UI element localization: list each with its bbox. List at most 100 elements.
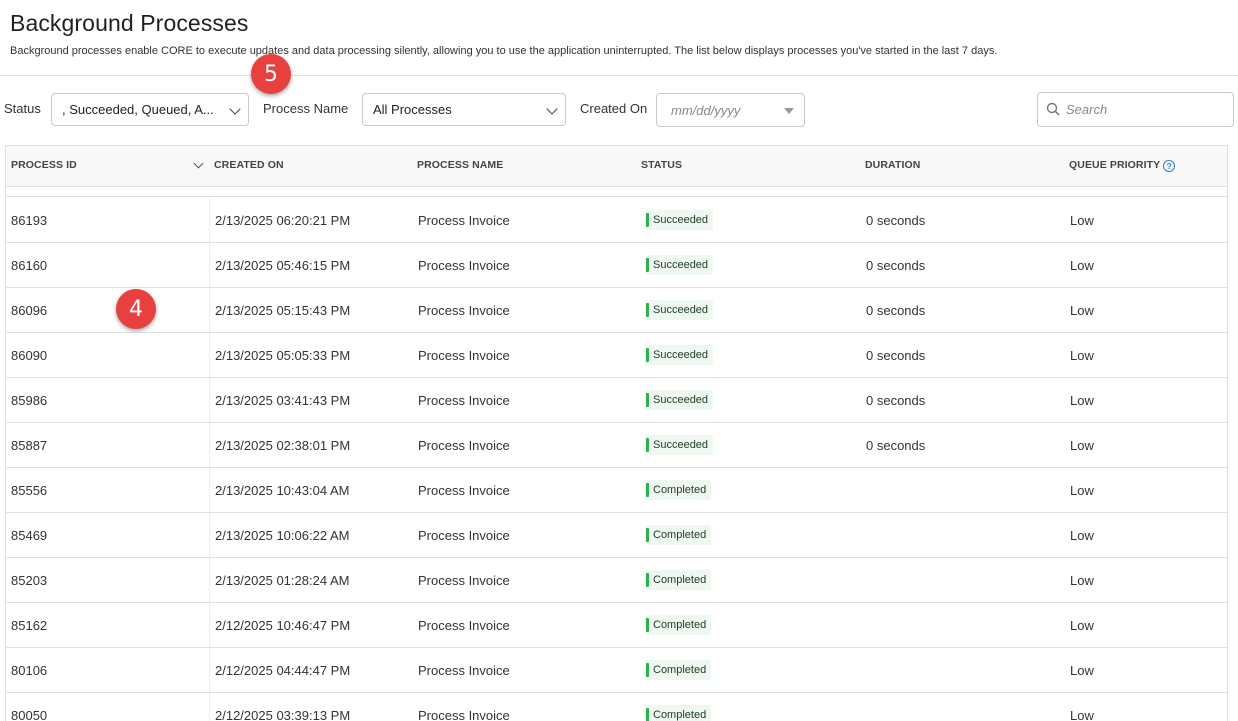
status-cell: Completed [645, 525, 712, 545]
process-id-cell: 85986 [11, 393, 48, 408]
page-title: Background Processes [10, 10, 249, 36]
queue-priority-label: QUEUE PRIORITY [1069, 159, 1161, 171]
created-on-cell: 2/13/2025 02:38:01 PM [215, 438, 351, 453]
table-row[interactable]: 85203 2/13/2025 01:28:24 AM Process Invoic… [6, 558, 1227, 603]
table-row[interactable]: 86193 2/13/2025 06:20:21 PM Process Invoic… [6, 198, 1227, 243]
caret-down-icon[interactable] [784, 108, 794, 114]
table-row[interactable]: 80050 2/12/2025 03:39:13 PM Process Invoic… [6, 693, 1227, 721]
chevron-down-icon [546, 103, 558, 115]
process-name-cell: Process Invoice [418, 393, 510, 408]
created-on-date-input[interactable]: mm/dd/yyyy [656, 93, 805, 127]
column-separator [209, 333, 210, 377]
created-on-cell: 2/13/2025 05:15:43 PM [215, 303, 351, 318]
process-table: PROCESS ID CREATED ON PROCESS NAME STATU… [5, 145, 1228, 721]
table-header: PROCESS ID CREATED ON PROCESS NAME STATU… [6, 146, 1227, 187]
process-id-cell: 80050 [11, 708, 48, 721]
duration-cell: 0 seconds [866, 393, 926, 408]
status-cell: Completed [645, 660, 712, 680]
created-on-cell: 2/13/2025 05:46:15 PM [215, 258, 351, 273]
process-name-cell: Process Invoice [418, 528, 510, 543]
column-header-queue-priority[interactable]: QUEUE PRIORITY? [1069, 159, 1176, 172]
search-placeholder: Search [1066, 102, 1108, 117]
queue-priority-cell: Low [1070, 348, 1094, 363]
queue-priority-cell: Low [1070, 528, 1094, 543]
column-separator [209, 243, 210, 287]
column-separator [209, 198, 210, 242]
process-id-cell: 86160 [11, 258, 48, 273]
status-badge: Succeeded [645, 435, 714, 455]
chevron-down-icon [229, 103, 241, 115]
table-spacer [6, 187, 1227, 197]
created-on-cell: 2/13/2025 06:20:21 PM [215, 213, 351, 228]
status-badge: Succeeded [645, 255, 714, 275]
queue-priority-cell: Low [1070, 258, 1094, 273]
duration-cell: 0 seconds [866, 348, 926, 363]
queue-priority-cell: Low [1070, 438, 1094, 453]
created-on-filter-label: Created On [580, 101, 648, 116]
process-name-cell: Process Invoice [418, 573, 510, 588]
process-id-cell: 85556 [11, 483, 48, 498]
table-row[interactable]: 86096 2/13/2025 05:15:43 PM Process Invoic… [6, 288, 1227, 333]
status-badge: Completed [645, 570, 712, 590]
column-header-duration[interactable]: DURATION [865, 159, 920, 171]
column-header-created-on[interactable]: CREATED ON [214, 159, 284, 171]
column-separator [209, 423, 210, 467]
status-badge: Completed [645, 660, 712, 680]
table-row[interactable]: 85556 2/13/2025 10:43:04 AM Process Invoic… [6, 468, 1227, 513]
queue-priority-cell: Low [1070, 708, 1094, 721]
status-filter-select[interactable]: , Succeeded, Queued, A... [51, 93, 249, 126]
column-header-process-name[interactable]: PROCESS NAME [417, 159, 503, 171]
created-on-cell: 2/13/2025 03:41:43 PM [215, 393, 351, 408]
queue-priority-cell: Low [1070, 483, 1094, 498]
status-badge: Completed [645, 525, 712, 545]
duration-cell: 0 seconds [866, 213, 926, 228]
status-badge: Completed [645, 615, 712, 635]
process-id-cell: 85203 [11, 573, 48, 588]
column-header-process-id[interactable]: PROCESS ID [11, 159, 77, 171]
table-row[interactable]: 80106 2/12/2025 04:44:47 PM Process Invoic… [6, 648, 1227, 693]
sort-chevron-icon[interactable] [193, 158, 204, 169]
status-cell: Completed [645, 570, 712, 590]
column-separator [209, 468, 210, 512]
queue-priority-cell: Low [1070, 213, 1094, 228]
created-on-cell: 2/13/2025 10:06:22 AM [215, 528, 350, 543]
table-row[interactable]: 85887 2/13/2025 02:38:01 PM Process Invoic… [6, 423, 1227, 468]
status-cell: Completed [645, 615, 712, 635]
table-row[interactable]: 85986 2/13/2025 03:41:43 PM Process Invoic… [6, 378, 1227, 423]
process-name-cell: Process Invoice [418, 303, 510, 318]
column-header-status[interactable]: STATUS [641, 159, 682, 171]
duration-cell: 0 seconds [866, 258, 926, 273]
created-on-cell: 2/12/2025 03:39:13 PM [215, 708, 351, 721]
process-name-cell: Process Invoice [418, 708, 510, 721]
status-badge: Succeeded [645, 210, 714, 230]
table-row[interactable]: 85469 2/13/2025 10:06:22 AM Process Invoic… [6, 513, 1227, 558]
process-id-cell: 86090 [11, 348, 48, 363]
created-on-cell: 2/13/2025 10:43:04 AM [215, 483, 350, 498]
help-icon[interactable]: ? [1163, 160, 1176, 172]
process-name-filter-label: Process Name [263, 101, 349, 116]
process-name-cell: Process Invoice [418, 213, 510, 228]
column-separator [209, 648, 210, 692]
status-cell: Succeeded [645, 300, 714, 320]
process-name-filter-select[interactable]: All Processes [362, 93, 566, 126]
column-separator [209, 558, 210, 602]
created-on-cell: 2/13/2025 05:05:33 PM [215, 348, 351, 363]
process-id-cell: 85162 [11, 618, 48, 633]
queue-priority-cell: Low [1070, 663, 1094, 678]
status-badge: Succeeded [645, 345, 714, 365]
table-row[interactable]: 86160 2/13/2025 05:46:15 PM Process Invoic… [6, 243, 1227, 288]
table-row[interactable]: 85162 2/12/2025 10:46:47 PM Process Invoic… [6, 603, 1227, 648]
process-name-cell: Process Invoice [418, 483, 510, 498]
search-input[interactable]: Search [1037, 92, 1234, 127]
status-badge: Completed [645, 480, 712, 500]
created-on-placeholder: mm/dd/yyyy [671, 102, 741, 118]
status-cell: Succeeded [645, 255, 714, 275]
process-id-cell: 85887 [11, 438, 48, 453]
table-row[interactable]: 86090 2/13/2025 05:05:33 PM Process Invoic… [6, 333, 1227, 378]
created-on-cell: 2/12/2025 10:46:47 PM [215, 618, 351, 633]
duration-cell: 0 seconds [866, 438, 926, 453]
annotation-marker: 4 [116, 289, 156, 329]
status-filter-label: Status [4, 101, 41, 116]
process-name-filter-value: All Processes [373, 102, 452, 117]
page-description: Background processes enable CORE to exec… [10, 45, 998, 57]
